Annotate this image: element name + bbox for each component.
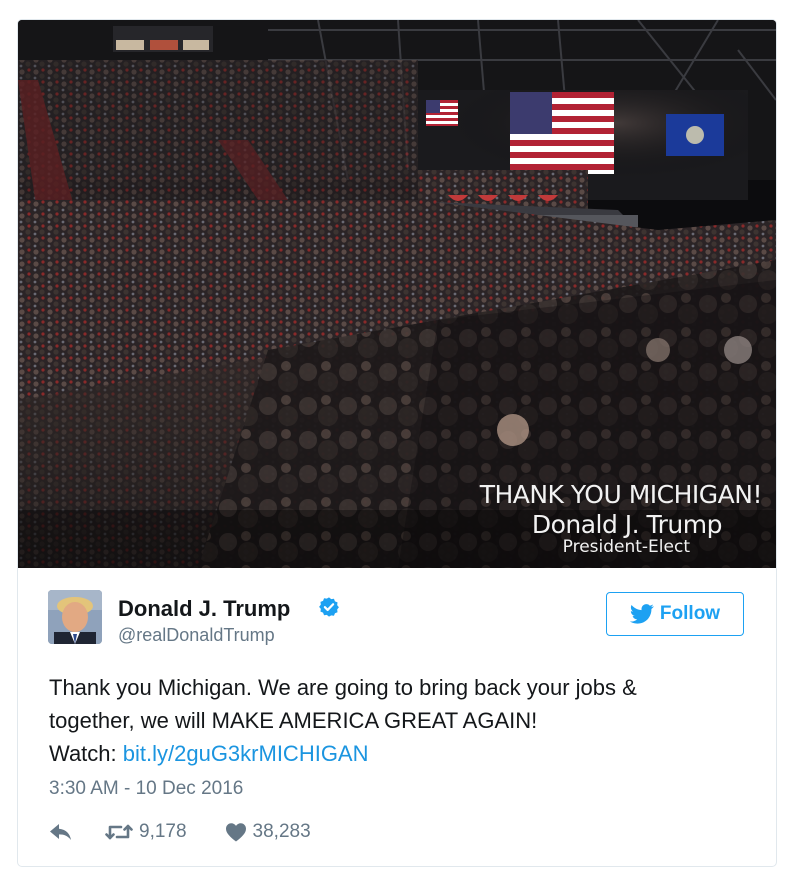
tweet-text: Thank you Michigan. We are going to brin… xyxy=(49,671,749,770)
tweet-media-image[interactable]: THANK YOU MICHIGAN! Donald J. Trump Pres… xyxy=(18,20,776,568)
watch-prefix: Watch: xyxy=(49,741,123,766)
american-flag-small xyxy=(426,100,458,126)
verified-badge-icon xyxy=(319,597,339,617)
user-display-name[interactable]: Donald J. Trump xyxy=(118,596,290,622)
reply-icon xyxy=(50,824,71,840)
retweet-icon xyxy=(105,824,133,840)
tweet-link[interactable]: bit.ly/2guG3krMICHIGAN xyxy=(123,741,369,766)
follow-button[interactable]: Follow xyxy=(606,592,744,636)
retweet-count: 9,178 xyxy=(139,821,187,842)
avatar[interactable] xyxy=(48,590,102,644)
heart-icon xyxy=(225,823,246,842)
like-count: 38,283 xyxy=(252,821,311,842)
tweet-card: THANK YOU MICHIGAN! Donald J. Trump Pres… xyxy=(17,19,777,867)
user-handle[interactable]: @realDonaldTrump xyxy=(118,625,275,646)
overlay-name: Donald J. Trump xyxy=(531,510,723,539)
overlay-title: THANK YOU MICHIGAN! xyxy=(479,480,763,509)
american-flag-large xyxy=(510,92,614,174)
tweet-text-line: Thank you Michigan. We are going to brin… xyxy=(49,675,637,700)
reply-button[interactable] xyxy=(49,822,73,842)
overlay-subtitle: President-Elect xyxy=(562,537,690,557)
tweet-timestamp[interactable]: 3:30 AM - 10 Dec 2016 xyxy=(49,778,243,800)
twitter-bird-icon xyxy=(629,604,654,624)
retweet-button[interactable]: 9,178 xyxy=(73,821,187,843)
follow-button-label: Follow xyxy=(659,603,721,624)
tweet-text-line: Watch: bit.ly/2guG3krMICHIGAN xyxy=(49,737,749,770)
michigan-flag xyxy=(666,114,724,156)
tweet-actions: 9,178 38,283 xyxy=(49,820,311,844)
tweet-header: Donald J. Trump @realDonaldTrump Follow xyxy=(18,568,776,658)
like-button[interactable]: 38,283 xyxy=(187,821,311,843)
tweet-text-line: together, we will MAKE AMERICA GREAT AGA… xyxy=(49,708,538,733)
profile-photo xyxy=(48,590,102,644)
